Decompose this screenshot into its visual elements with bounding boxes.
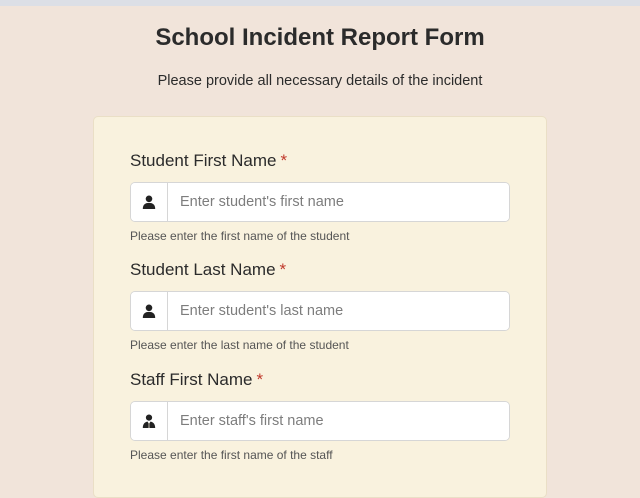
top-edge-bar xyxy=(0,0,640,6)
required-asterisk: * xyxy=(280,151,288,170)
staff-first-name-label: Staff First Name * xyxy=(130,369,510,391)
student-last-name-input-group xyxy=(130,291,510,331)
field-student-first-name: Student First Name* Please enter the fir… xyxy=(130,150,510,243)
user-icon xyxy=(131,292,168,330)
staff-first-name-input-group xyxy=(130,401,510,441)
incident-report-form: Student First Name* Please enter the fir… xyxy=(93,116,547,498)
staff-first-name-input[interactable] xyxy=(168,402,509,440)
page-subtitle: Please provide all necessary details of … xyxy=(157,73,483,89)
staff-first-name-help: Please enter the first name of the staff xyxy=(130,448,333,462)
user-tie-icon xyxy=(131,402,168,440)
user-icon xyxy=(131,183,168,221)
field-student-last-name: Student Last Name* Please enter the last… xyxy=(130,259,510,352)
student-last-name-label-text: Student Last Name xyxy=(130,260,276,279)
student-first-name-help: Please enter the first name of the stude… xyxy=(130,229,350,243)
required-asterisk: * xyxy=(256,370,264,389)
staff-first-name-label-text: Staff First Name xyxy=(130,370,253,389)
student-first-name-input-group xyxy=(130,182,510,222)
student-last-name-input[interactable] xyxy=(168,292,509,330)
student-first-name-input[interactable] xyxy=(168,183,509,221)
student-first-name-label-text: Student First Name xyxy=(130,151,277,170)
required-asterisk: * xyxy=(279,260,287,279)
student-last-name-label: Student Last Name * xyxy=(130,259,510,281)
field-staff-first-name: Staff First Name* Please enter the first… xyxy=(130,369,510,462)
student-last-name-help: Please enter the last name of the studen… xyxy=(130,338,349,352)
student-first-name-label: Student First Name * xyxy=(130,150,510,172)
page-title: School Incident Report Form xyxy=(155,24,485,51)
